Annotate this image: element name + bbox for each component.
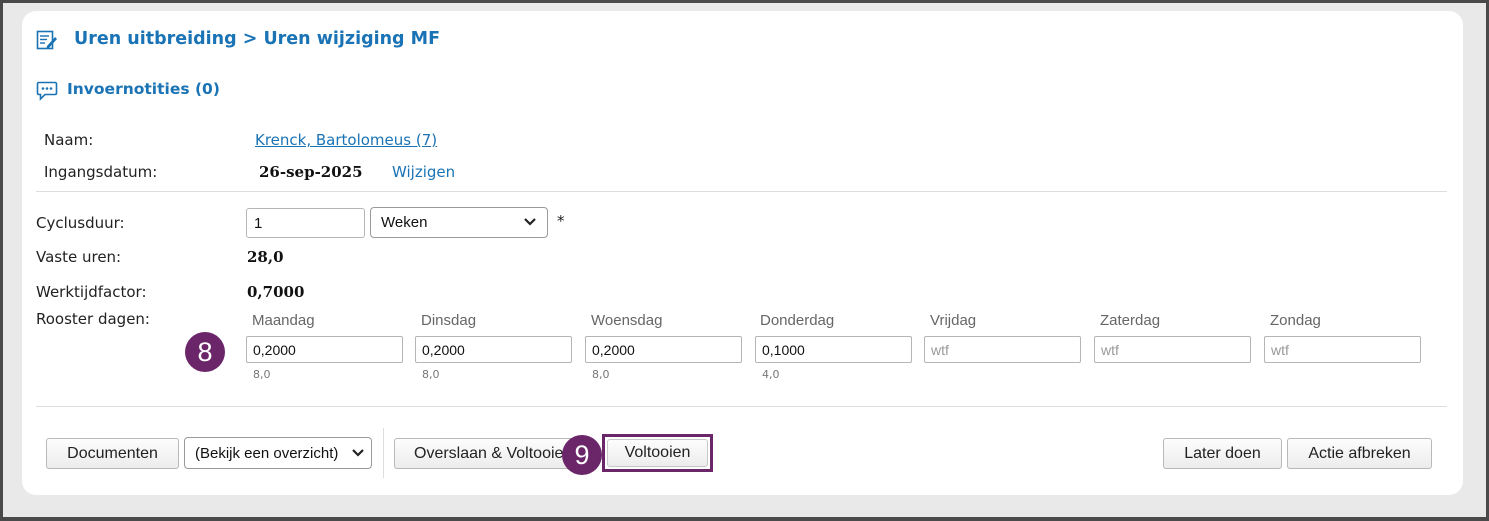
sunday-factor-placeholder: wtf: [1271, 341, 1289, 358]
later-button[interactable]: Later doen: [1163, 438, 1282, 469]
thursday-factor-input[interactable]: 0,1000: [755, 336, 912, 363]
saturday-factor-placeholder: wtf: [1101, 341, 1119, 358]
complete-button[interactable]: Voltooien: [607, 439, 708, 467]
divider: [36, 191, 1447, 192]
fixed-hours-value: 28,0: [247, 248, 284, 266]
change-date-link[interactable]: Wijzigen: [392, 163, 455, 181]
chevron-down-icon: [523, 214, 537, 231]
chevron-down-icon: [351, 445, 365, 462]
sunday-factor-input[interactable]: wtf: [1264, 336, 1421, 363]
friday-factor-input[interactable]: wtf: [924, 336, 1081, 363]
day-header-sunday: Zondag: [1270, 312, 1321, 329]
skip-and-complete-label: Overslaan & Voltooien: [414, 444, 573, 462]
day-header-friday: Vrijdag: [930, 312, 977, 329]
day-header-saturday: Zaterdag: [1100, 312, 1161, 329]
cycle-unit-select[interactable]: Weken: [370, 207, 548, 238]
button-group-separator: [383, 428, 384, 478]
monday-factor-input[interactable]: 0,2000: [246, 336, 403, 363]
name-label: Naam:: [44, 131, 94, 149]
day-header-monday: Maandag: [252, 312, 315, 329]
cancel-action-button[interactable]: Actie afbreken: [1287, 438, 1432, 469]
start-date-label: Ingangsdatum:: [44, 163, 158, 181]
step-9-badge: 9: [562, 435, 602, 475]
footer-divider: [36, 406, 1447, 407]
start-date-value: 26-sep-2025: [259, 163, 363, 181]
monday-hours: 8,0: [253, 368, 271, 381]
input-notes-link[interactable]: Invoernotities (0): [67, 80, 220, 98]
overview-select[interactable]: (Bekijk een overzicht): [184, 437, 372, 469]
step-8-badge: 8: [185, 332, 225, 372]
required-marker: *: [557, 212, 565, 230]
tuesday-factor-value: 0,2000: [422, 341, 465, 358]
tuesday-hours: 8,0: [422, 368, 440, 381]
documents-button[interactable]: Documenten: [46, 438, 179, 469]
cycle-unit-value: Weken: [381, 214, 428, 231]
edit-document-icon: [36, 29, 58, 55]
cycle-duration-input[interactable]: 1: [246, 208, 365, 238]
monday-factor-value: 0,2000: [253, 341, 296, 358]
chat-bubble-icon[interactable]: [36, 80, 58, 106]
skip-and-complete-button[interactable]: Overslaan & Voltooien: [394, 438, 574, 469]
employee-name-link[interactable]: Krenck, Bartolomeus (7): [255, 131, 437, 149]
day-header-tuesday: Dinsdag: [421, 312, 477, 329]
work-factor-value: 0,7000: [247, 283, 305, 301]
tuesday-factor-input[interactable]: 0,2000: [415, 336, 572, 363]
cycle-duration-value: 1: [254, 214, 263, 232]
main-panel: [22, 11, 1463, 495]
overview-select-value: (Bekijk een overzicht): [195, 444, 339, 462]
wednesday-factor-value: 0,2000: [592, 341, 635, 358]
fixed-hours-label: Vaste uren:: [36, 248, 122, 266]
thursday-factor-value: 0,1000: [762, 341, 805, 358]
friday-factor-placeholder: wtf: [931, 341, 949, 358]
cycle-duration-label: Cyclusduur:: [36, 214, 125, 232]
day-header-wednesday: Woensdag: [591, 312, 663, 329]
roster-days-label: Rooster dagen:: [36, 310, 150, 328]
wednesday-factor-input[interactable]: 0,2000: [585, 336, 742, 363]
day-header-thursday: Donderdag: [760, 312, 835, 329]
page-title: Uren uitbreiding > Uren wijziging MF: [74, 29, 441, 49]
thursday-hours: 4,0: [762, 368, 780, 381]
wednesday-hours: 8,0: [592, 368, 610, 381]
work-factor-label: Werktijdfactor:: [36, 283, 147, 301]
saturday-factor-input[interactable]: wtf: [1094, 336, 1251, 363]
